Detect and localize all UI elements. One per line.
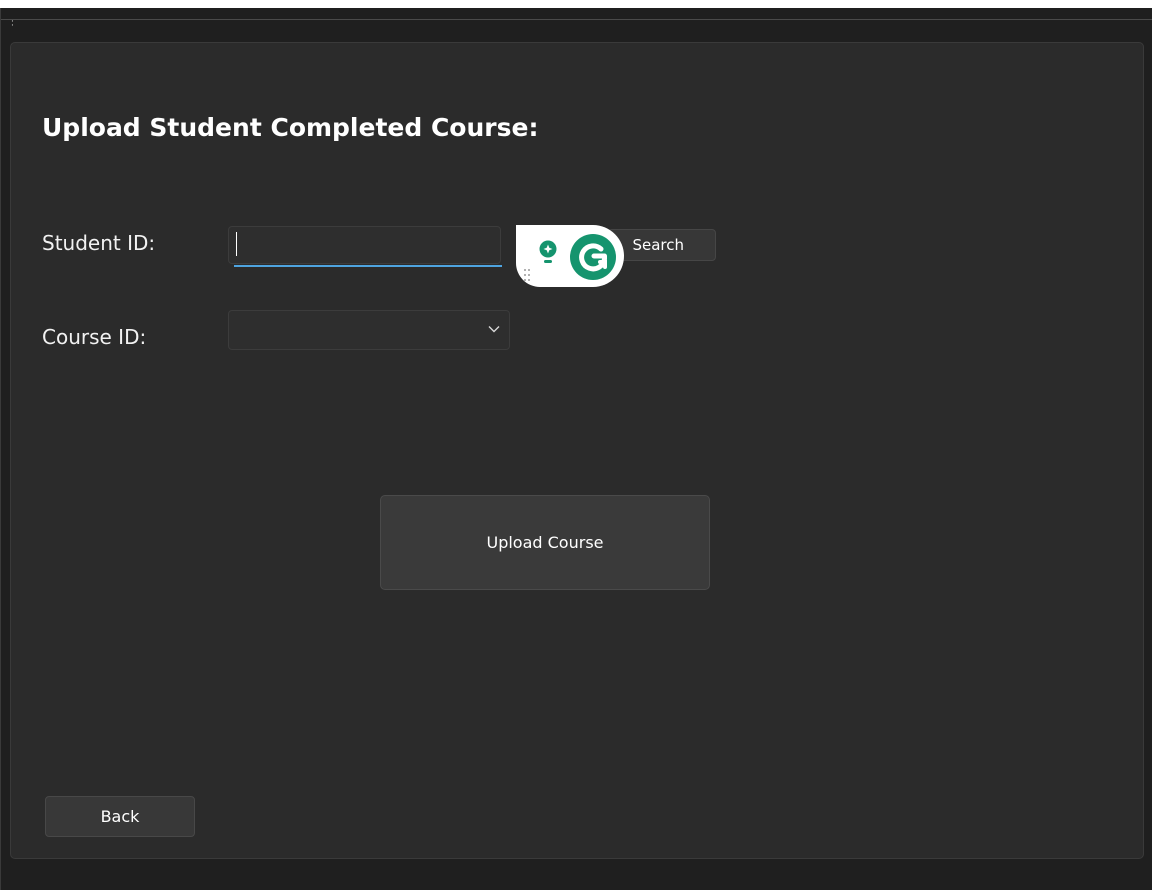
drag-handle-icon[interactable] <box>523 268 531 282</box>
course-id-label: Course ID: <box>42 325 147 349</box>
back-button[interactable]: Back <box>45 796 195 837</box>
form-panel: Upload Student Completed Course: Student… <box>10 42 1144 859</box>
upload-course-button[interactable]: Upload Course <box>380 495 710 590</box>
grammarly-logo-icon[interactable] <box>569 233 617 281</box>
grip-dots-icon: · · <box>11 17 14 31</box>
grammarly-widget[interactable] <box>516 225 624 287</box>
course-id-dropdown[interactable] <box>228 310 510 350</box>
input-focus-underline <box>234 265 502 267</box>
page-title: Upload Student Completed Course: <box>42 113 539 142</box>
student-id-label: Student ID: <box>42 231 156 255</box>
bottom-bar <box>1 860 1152 890</box>
text-caret <box>236 232 237 256</box>
app-window: · · Upload Student Completed Course: Stud… <box>0 8 1152 890</box>
top-divider <box>1 19 1152 20</box>
screen: · · Upload Student Completed Course: Stud… <box>0 0 1153 890</box>
search-button[interactable]: Search <box>608 229 716 261</box>
student-id-input[interactable] <box>228 226 501 264</box>
lightbulb-icon[interactable] <box>537 239 559 269</box>
chevron-down-icon <box>488 326 500 333</box>
